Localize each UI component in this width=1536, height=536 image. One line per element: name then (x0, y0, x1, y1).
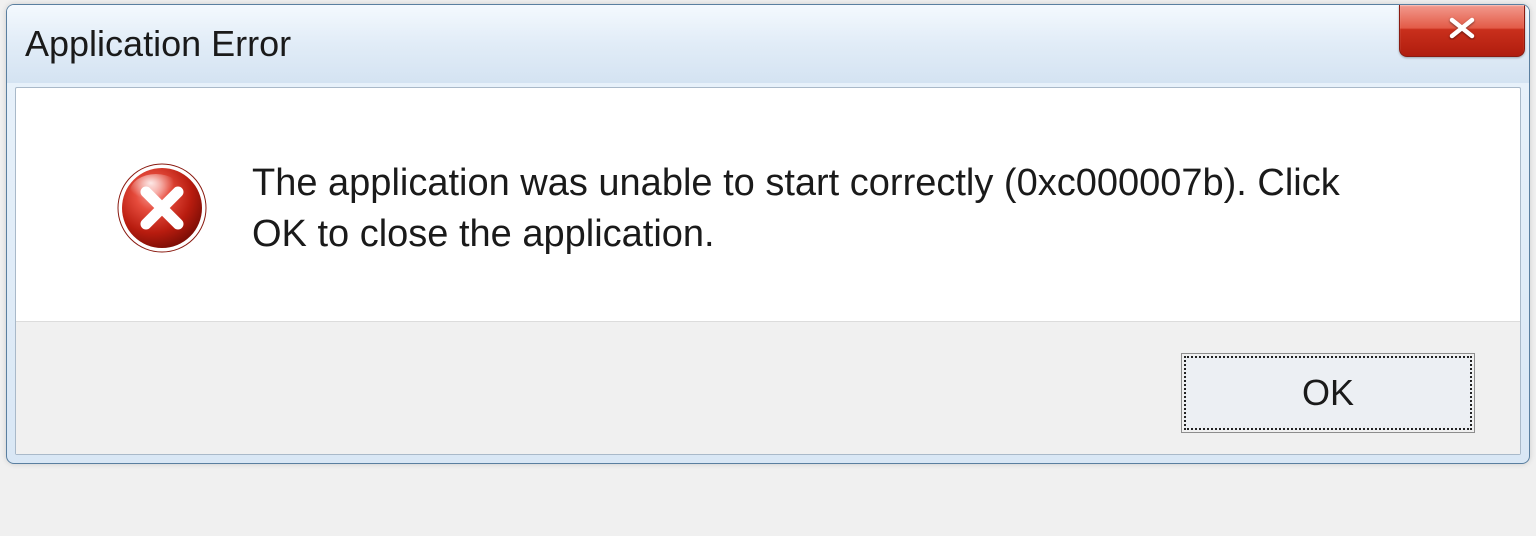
error-x-icon (116, 162, 208, 254)
dialog-title: Application Error (25, 23, 291, 65)
close-button[interactable] (1399, 5, 1525, 57)
error-dialog: Application Error (6, 4, 1530, 464)
titlebar: Application Error (7, 5, 1529, 83)
error-message: The application was unable to start corr… (252, 158, 1352, 261)
ok-button[interactable]: OK (1184, 356, 1472, 430)
dialog-content: The application was unable to start corr… (15, 87, 1521, 455)
close-icon (1442, 16, 1482, 45)
button-bar: OK (16, 321, 1520, 454)
message-area: The application was unable to start corr… (16, 88, 1520, 321)
